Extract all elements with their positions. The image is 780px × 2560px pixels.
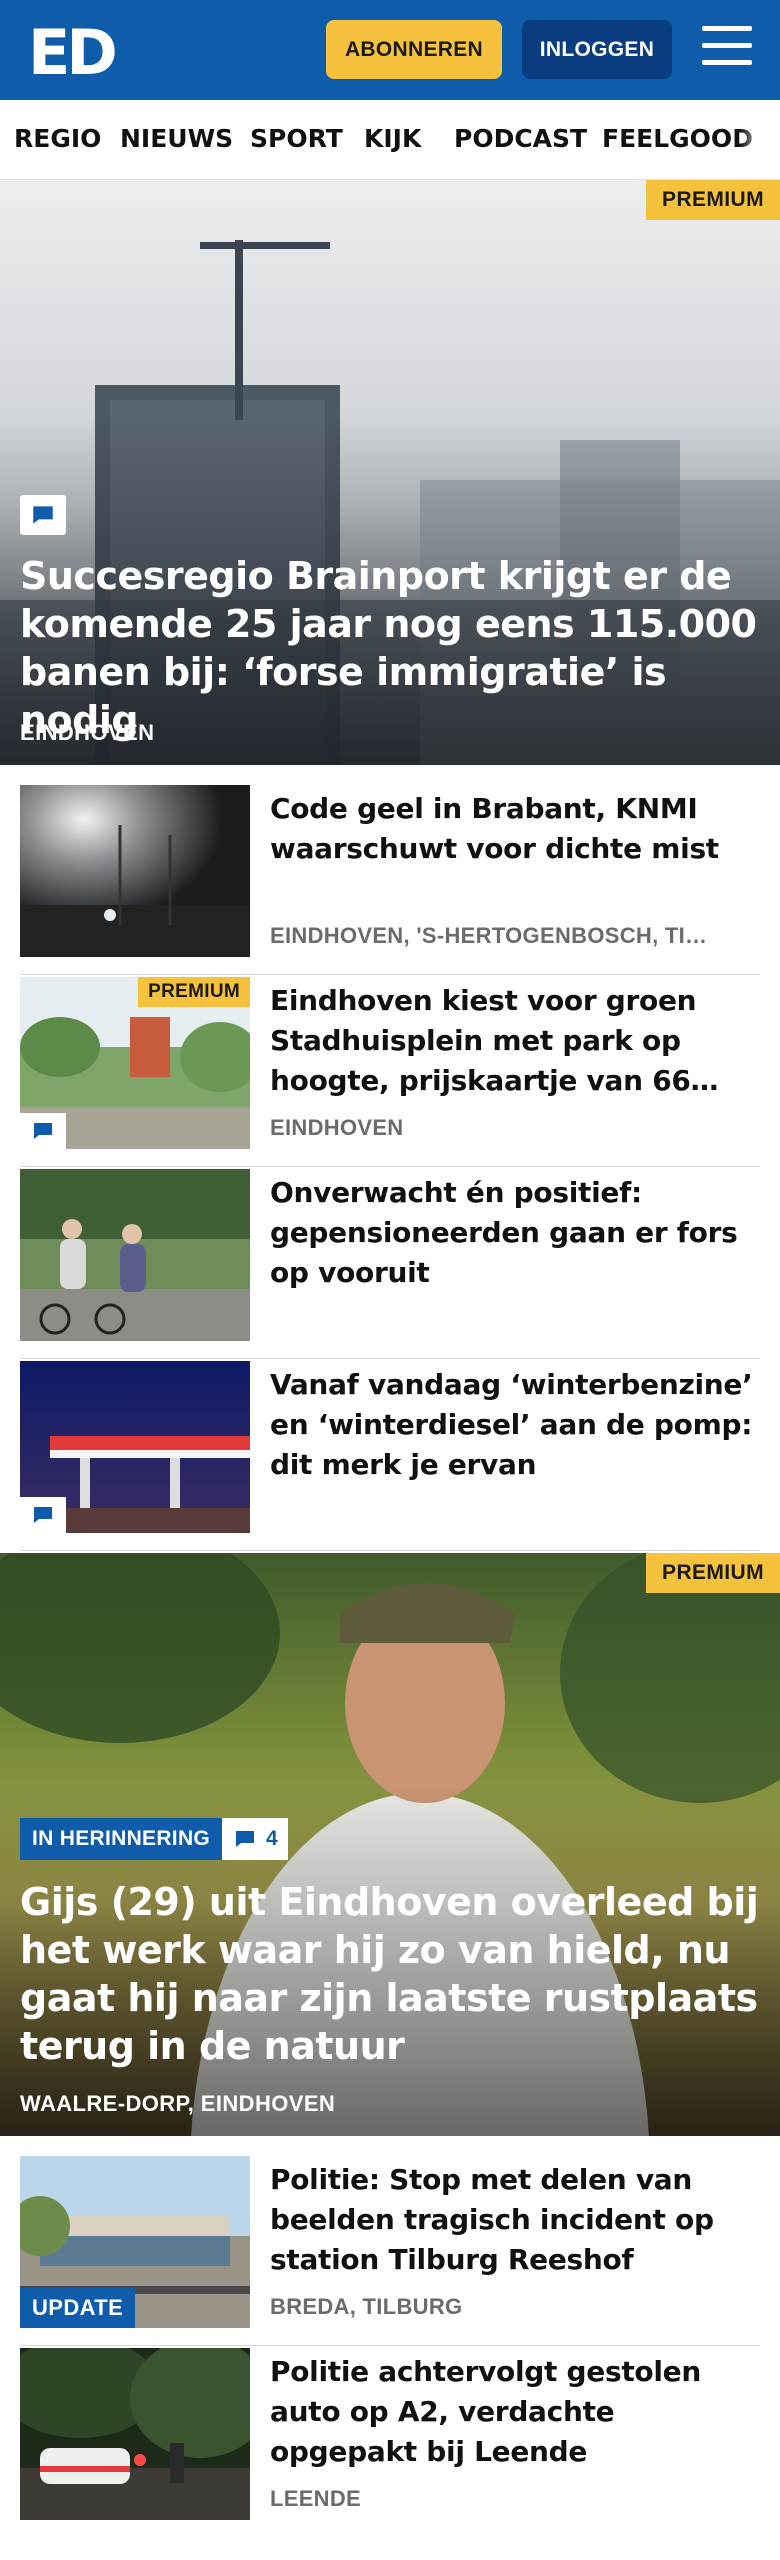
article-location: LEENDE <box>270 2486 362 2511</box>
list-item[interactable]: Onverwacht én positief: gepensioneerden … <box>20 1169 760 1359</box>
hamburger-menu-icon[interactable] <box>702 26 752 72</box>
hero-headline[interactable]: Succesregio Brainport krijgt er de komen… <box>20 552 760 744</box>
hero-location: EINDHOVEN <box>20 720 155 745</box>
nav-item-regio[interactable]: REGIO <box>14 124 101 153</box>
comment-icon <box>20 495 66 535</box>
thumbnail-stadhuisplein: PREMIUM <box>20 977 250 1149</box>
article-location: BREDA, TILBURG <box>270 2294 463 2319</box>
article-location: EINDHOVEN <box>270 1115 404 1140</box>
memorial-tag: IN HERINNERING <box>20 1818 223 1860</box>
nav-item-kijk[interactable]: KIJK <box>364 124 421 153</box>
nav-item-feelgood[interactable]: FEELGOOD <box>602 124 753 153</box>
article-title[interactable]: Politie achtervolgt gestolen auto op A2,… <box>270 2352 760 2472</box>
comment-count: 4 <box>266 1827 278 1850</box>
login-button[interactable]: INLOGGEN <box>522 20 672 79</box>
ed-logo[interactable]: ED <box>28 16 119 89</box>
hero-location: WAALRE-DORP, EINDHOVEN <box>20 2091 336 2116</box>
article-title[interactable]: Vanaf vandaag ‘winterbenzine’ en ‘winter… <box>270 1365 760 1485</box>
premium-badge: PREMIUM <box>138 977 250 1007</box>
section-nav: REGIO NIEUWS SPORT KIJK PODCAST FEELGOOD… <box>0 100 780 180</box>
article-title[interactable]: Politie: Stop met delen van beelden trag… <box>270 2160 760 2280</box>
hero-article-gijs[interactable]: PREMIUM IN HERINNERING 4 Gijs (29) uit E… <box>0 1553 780 2136</box>
nav-item-nieuws[interactable]: NIEUWS <box>120 124 233 153</box>
subscribe-button[interactable]: ABONNEREN <box>326 20 502 79</box>
thumbnail-gas-station <box>20 1361 250 1533</box>
memorial-tag-group: IN HERINNERING 4 <box>20 1818 288 1860</box>
article-location: EINDHOVEN, 'S-HERTOGENBOSCH, TI… <box>270 923 708 948</box>
top-bar: ED ABONNEREN INLOGGEN <box>0 0 780 100</box>
nav-fade <box>740 100 780 179</box>
article-title[interactable]: Eindhoven kiest voor groen Stadhuisplein… <box>270 981 760 1101</box>
comment-icon <box>20 1113 66 1149</box>
update-badge: UPDATE <box>20 2288 136 2328</box>
hero-headline[interactable]: Gijs (29) uit Eindhoven overleed bij het… <box>20 1878 760 2070</box>
nav-item-sport[interactable]: SPORT <box>250 124 343 153</box>
hero-article-brainport[interactable]: PREMIUM Succesregio Brainport krijgt er … <box>0 180 780 765</box>
list-item[interactable]: Politie achtervolgt gestolen auto op A2,… <box>20 2348 760 2538</box>
comment-icon <box>20 1497 66 1533</box>
thumbnail-fog <box>20 785 250 957</box>
list-item[interactable]: UPDATE Politie: Stop met delen van beeld… <box>20 2156 760 2346</box>
premium-badge: PREMIUM <box>646 180 780 220</box>
article-title[interactable]: Onverwacht én positief: gepensioneerden … <box>270 1173 760 1293</box>
list-item[interactable]: Vanaf vandaag ‘winterbenzine’ en ‘winter… <box>20 1361 760 1551</box>
premium-badge: PREMIUM <box>646 1553 780 1593</box>
list-item[interactable]: Code geel in Brabant, KNMI waarschuwt vo… <box>20 785 760 975</box>
comment-icon <box>236 1831 255 1847</box>
thumbnail-station: UPDATE <box>20 2156 250 2328</box>
list-item[interactable]: PREMIUM Eindhoven kiest voor groen Stadh… <box>20 977 760 1167</box>
thumbnail-cyclists <box>20 1169 250 1341</box>
thumbnail-police-car <box>20 2348 250 2520</box>
comment-count-badge[interactable]: 4 <box>222 1818 288 1860</box>
svg-text:ED: ED <box>28 22 115 78</box>
article-title[interactable]: Code geel in Brabant, KNMI waarschuwt vo… <box>270 789 760 869</box>
nav-item-podcast[interactable]: PODCAST <box>454 124 587 153</box>
